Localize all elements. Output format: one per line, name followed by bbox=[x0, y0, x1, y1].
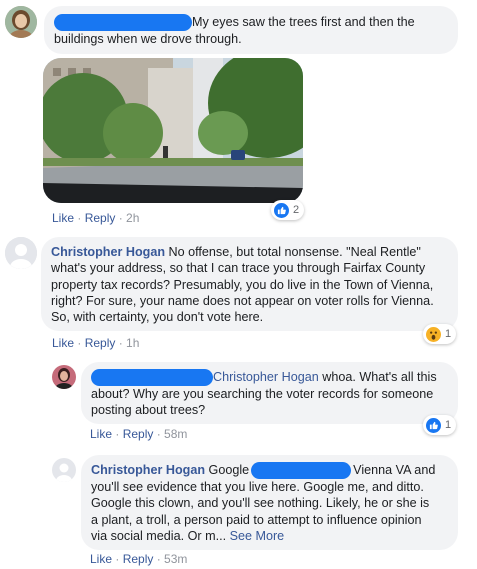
comment-text: Google bbox=[205, 463, 250, 477]
comment-bubble: Christopher Hogan Google Vienna VA and yo… bbox=[81, 455, 458, 550]
comment-text: right? For sure, your name does not appe… bbox=[51, 293, 434, 308]
reply-link[interactable]: Reply bbox=[123, 552, 154, 566]
comment-bubble: My eyes saw the trees first and then the… bbox=[44, 6, 458, 54]
comment-bubble: Christopher Hogan whoa. What's all this … bbox=[81, 362, 458, 424]
redacted-author-name bbox=[91, 369, 213, 387]
comment-actions: Like · Reply · 2h bbox=[52, 211, 140, 225]
comment-text: Google this clown, and you'll see nothin… bbox=[91, 496, 430, 511]
comment-bubble: Christopher Hogan No offense, but total … bbox=[41, 237, 458, 331]
comment-text: what's your address, so that I can trace… bbox=[51, 261, 426, 276]
author-name[interactable]: Christopher Hogan bbox=[51, 245, 165, 259]
reaction-count: 1 bbox=[445, 419, 452, 431]
reply-link[interactable]: Reply bbox=[123, 427, 154, 441]
like-link[interactable]: Like bbox=[52, 211, 74, 225]
reaction-count: 2 bbox=[293, 204, 300, 216]
timestamp[interactable]: 1h bbox=[126, 336, 139, 350]
redacted-text bbox=[251, 462, 352, 480]
thumbs-up-icon bbox=[274, 202, 289, 218]
avatar[interactable] bbox=[5, 6, 37, 38]
reply-link[interactable]: Reply bbox=[85, 336, 116, 350]
comment-actions: Like · Reply · 58m bbox=[90, 427, 188, 441]
comment-text: posting about trees? bbox=[91, 403, 206, 418]
comment-text: My eyes saw the trees first and then the bbox=[192, 15, 415, 29]
comment-actions: Like · Reply · 53m bbox=[90, 552, 188, 566]
see-more-link[interactable]: See More bbox=[230, 529, 285, 543]
like-link[interactable]: Like bbox=[90, 427, 112, 441]
timestamp[interactable]: 2h bbox=[126, 211, 139, 225]
shared-photo[interactable] bbox=[43, 58, 303, 203]
comment-text: via social media. Or m... bbox=[91, 529, 227, 544]
reply-link[interactable]: Reply bbox=[85, 211, 116, 225]
comment-text: buildings when we drove through. bbox=[54, 32, 242, 47]
default-avatar-icon[interactable] bbox=[52, 458, 76, 482]
timestamp[interactable]: 58m bbox=[164, 427, 187, 441]
like-link[interactable]: Like bbox=[90, 552, 112, 566]
comment-text: about? Why are you searching the voter r… bbox=[91, 387, 434, 402]
like-link[interactable]: Like bbox=[52, 336, 74, 350]
wow-emoji-icon bbox=[426, 326, 441, 342]
default-avatar-icon[interactable] bbox=[5, 237, 37, 269]
reaction-badge[interactable]: 1 bbox=[423, 324, 457, 344]
thumbs-up-icon bbox=[426, 417, 441, 433]
reaction-count: 1 bbox=[445, 328, 452, 340]
comment-text: No offense, but total nonsense. "Neal Re… bbox=[165, 245, 421, 259]
comment-text: So, with certainty, you don't vote here. bbox=[51, 310, 264, 325]
comment-text: Vienna VA and bbox=[353, 463, 436, 477]
timestamp[interactable]: 53m bbox=[164, 552, 187, 566]
reaction-badge[interactable]: 1 bbox=[423, 415, 457, 435]
redacted-author-name bbox=[54, 14, 192, 32]
comment-actions: Like · Reply · 1h bbox=[52, 336, 140, 350]
reaction-badge[interactable]: 2 bbox=[271, 200, 305, 220]
author-name[interactable]: Christopher Hogan bbox=[91, 463, 205, 477]
mention-link[interactable]: Christopher Hogan bbox=[213, 370, 319, 384]
avatar[interactable] bbox=[52, 365, 76, 389]
comment-text: you'll see evidence that you live here. … bbox=[91, 480, 424, 495]
comment-text: property tax records? Presumably, you do… bbox=[51, 277, 434, 292]
comment-text: whoa. What's all this bbox=[318, 370, 437, 384]
comment-text: a plant, a troll, a person paid to attem… bbox=[91, 512, 422, 527]
